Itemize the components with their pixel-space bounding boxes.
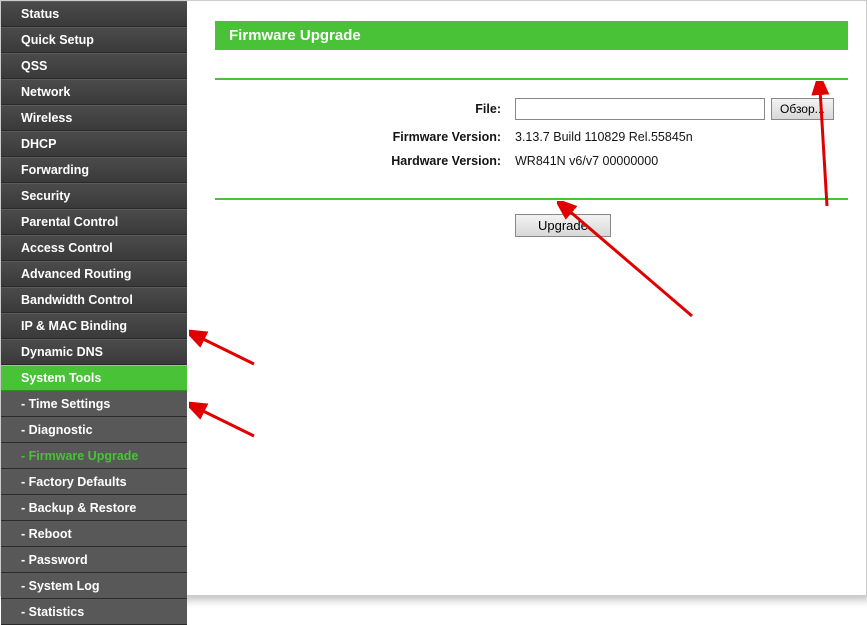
hardware-version-label: Hardware Version:: [215, 154, 515, 168]
sidebar-item-ip-mac-binding[interactable]: IP & MAC Binding: [1, 313, 187, 339]
sidebar-item-system-log[interactable]: - System Log: [1, 573, 187, 599]
file-label: File:: [215, 102, 515, 116]
sidebar-item-access-control[interactable]: Access Control: [1, 235, 187, 261]
sidebar-item-dynamic-dns[interactable]: Dynamic DNS: [1, 339, 187, 365]
sidebar-item-reboot[interactable]: - Reboot: [1, 521, 187, 547]
sidebar-item-diagnostic[interactable]: - Diagnostic: [1, 417, 187, 443]
sidebar-item-system-tools[interactable]: System Tools: [1, 365, 187, 391]
sidebar-item-quick-setup[interactable]: Quick Setup: [1, 27, 187, 53]
firmware-version-value: 3.13.7 Build 110829 Rel.55845n: [515, 130, 693, 144]
sidebar-item-time-settings[interactable]: - Time Settings: [1, 391, 187, 417]
sidebar-item-bandwidth-control[interactable]: Bandwidth Control: [1, 287, 187, 313]
sidebar-item-qss[interactable]: QSS: [1, 53, 187, 79]
sidebar-item-dhcp[interactable]: DHCP: [1, 131, 187, 157]
sidebar-item-firmware-upgrade[interactable]: - Firmware Upgrade: [1, 443, 187, 469]
firmware-version-label: Firmware Version:: [215, 130, 515, 144]
page-title: Firmware Upgrade: [215, 21, 848, 50]
firmware-form: File: Обзор... Firmware Version: 3.13.7 …: [215, 78, 848, 200]
sidebar: Status Quick Setup QSS Network Wireless …: [1, 1, 187, 595]
upgrade-button[interactable]: Upgrade: [515, 214, 611, 237]
sidebar-item-security[interactable]: Security: [1, 183, 187, 209]
sidebar-item-password[interactable]: - Password: [1, 547, 187, 573]
content-pane: Firmware Upgrade File: Обзор... Firmware…: [187, 1, 866, 595]
sidebar-item-network[interactable]: Network: [1, 79, 187, 105]
browse-button[interactable]: Обзор...: [771, 98, 834, 120]
sidebar-item-forwarding[interactable]: Forwarding: [1, 157, 187, 183]
sidebar-item-statistics[interactable]: - Statistics: [1, 599, 187, 625]
sidebar-item-wireless[interactable]: Wireless: [1, 105, 187, 131]
annotation-arrow-icon: [189, 401, 259, 441]
sidebar-item-backup-restore[interactable]: - Backup & Restore: [1, 495, 187, 521]
sidebar-item-factory-defaults[interactable]: - Factory Defaults: [1, 469, 187, 495]
sidebar-item-parental-control[interactable]: Parental Control: [1, 209, 187, 235]
file-input[interactable]: [515, 98, 765, 120]
hardware-version-value: WR841N v6/v7 00000000: [515, 154, 658, 168]
sidebar-item-advanced-routing[interactable]: Advanced Routing: [1, 261, 187, 287]
annotation-arrow-icon: [189, 329, 259, 369]
sidebar-item-status[interactable]: Status: [1, 1, 187, 27]
